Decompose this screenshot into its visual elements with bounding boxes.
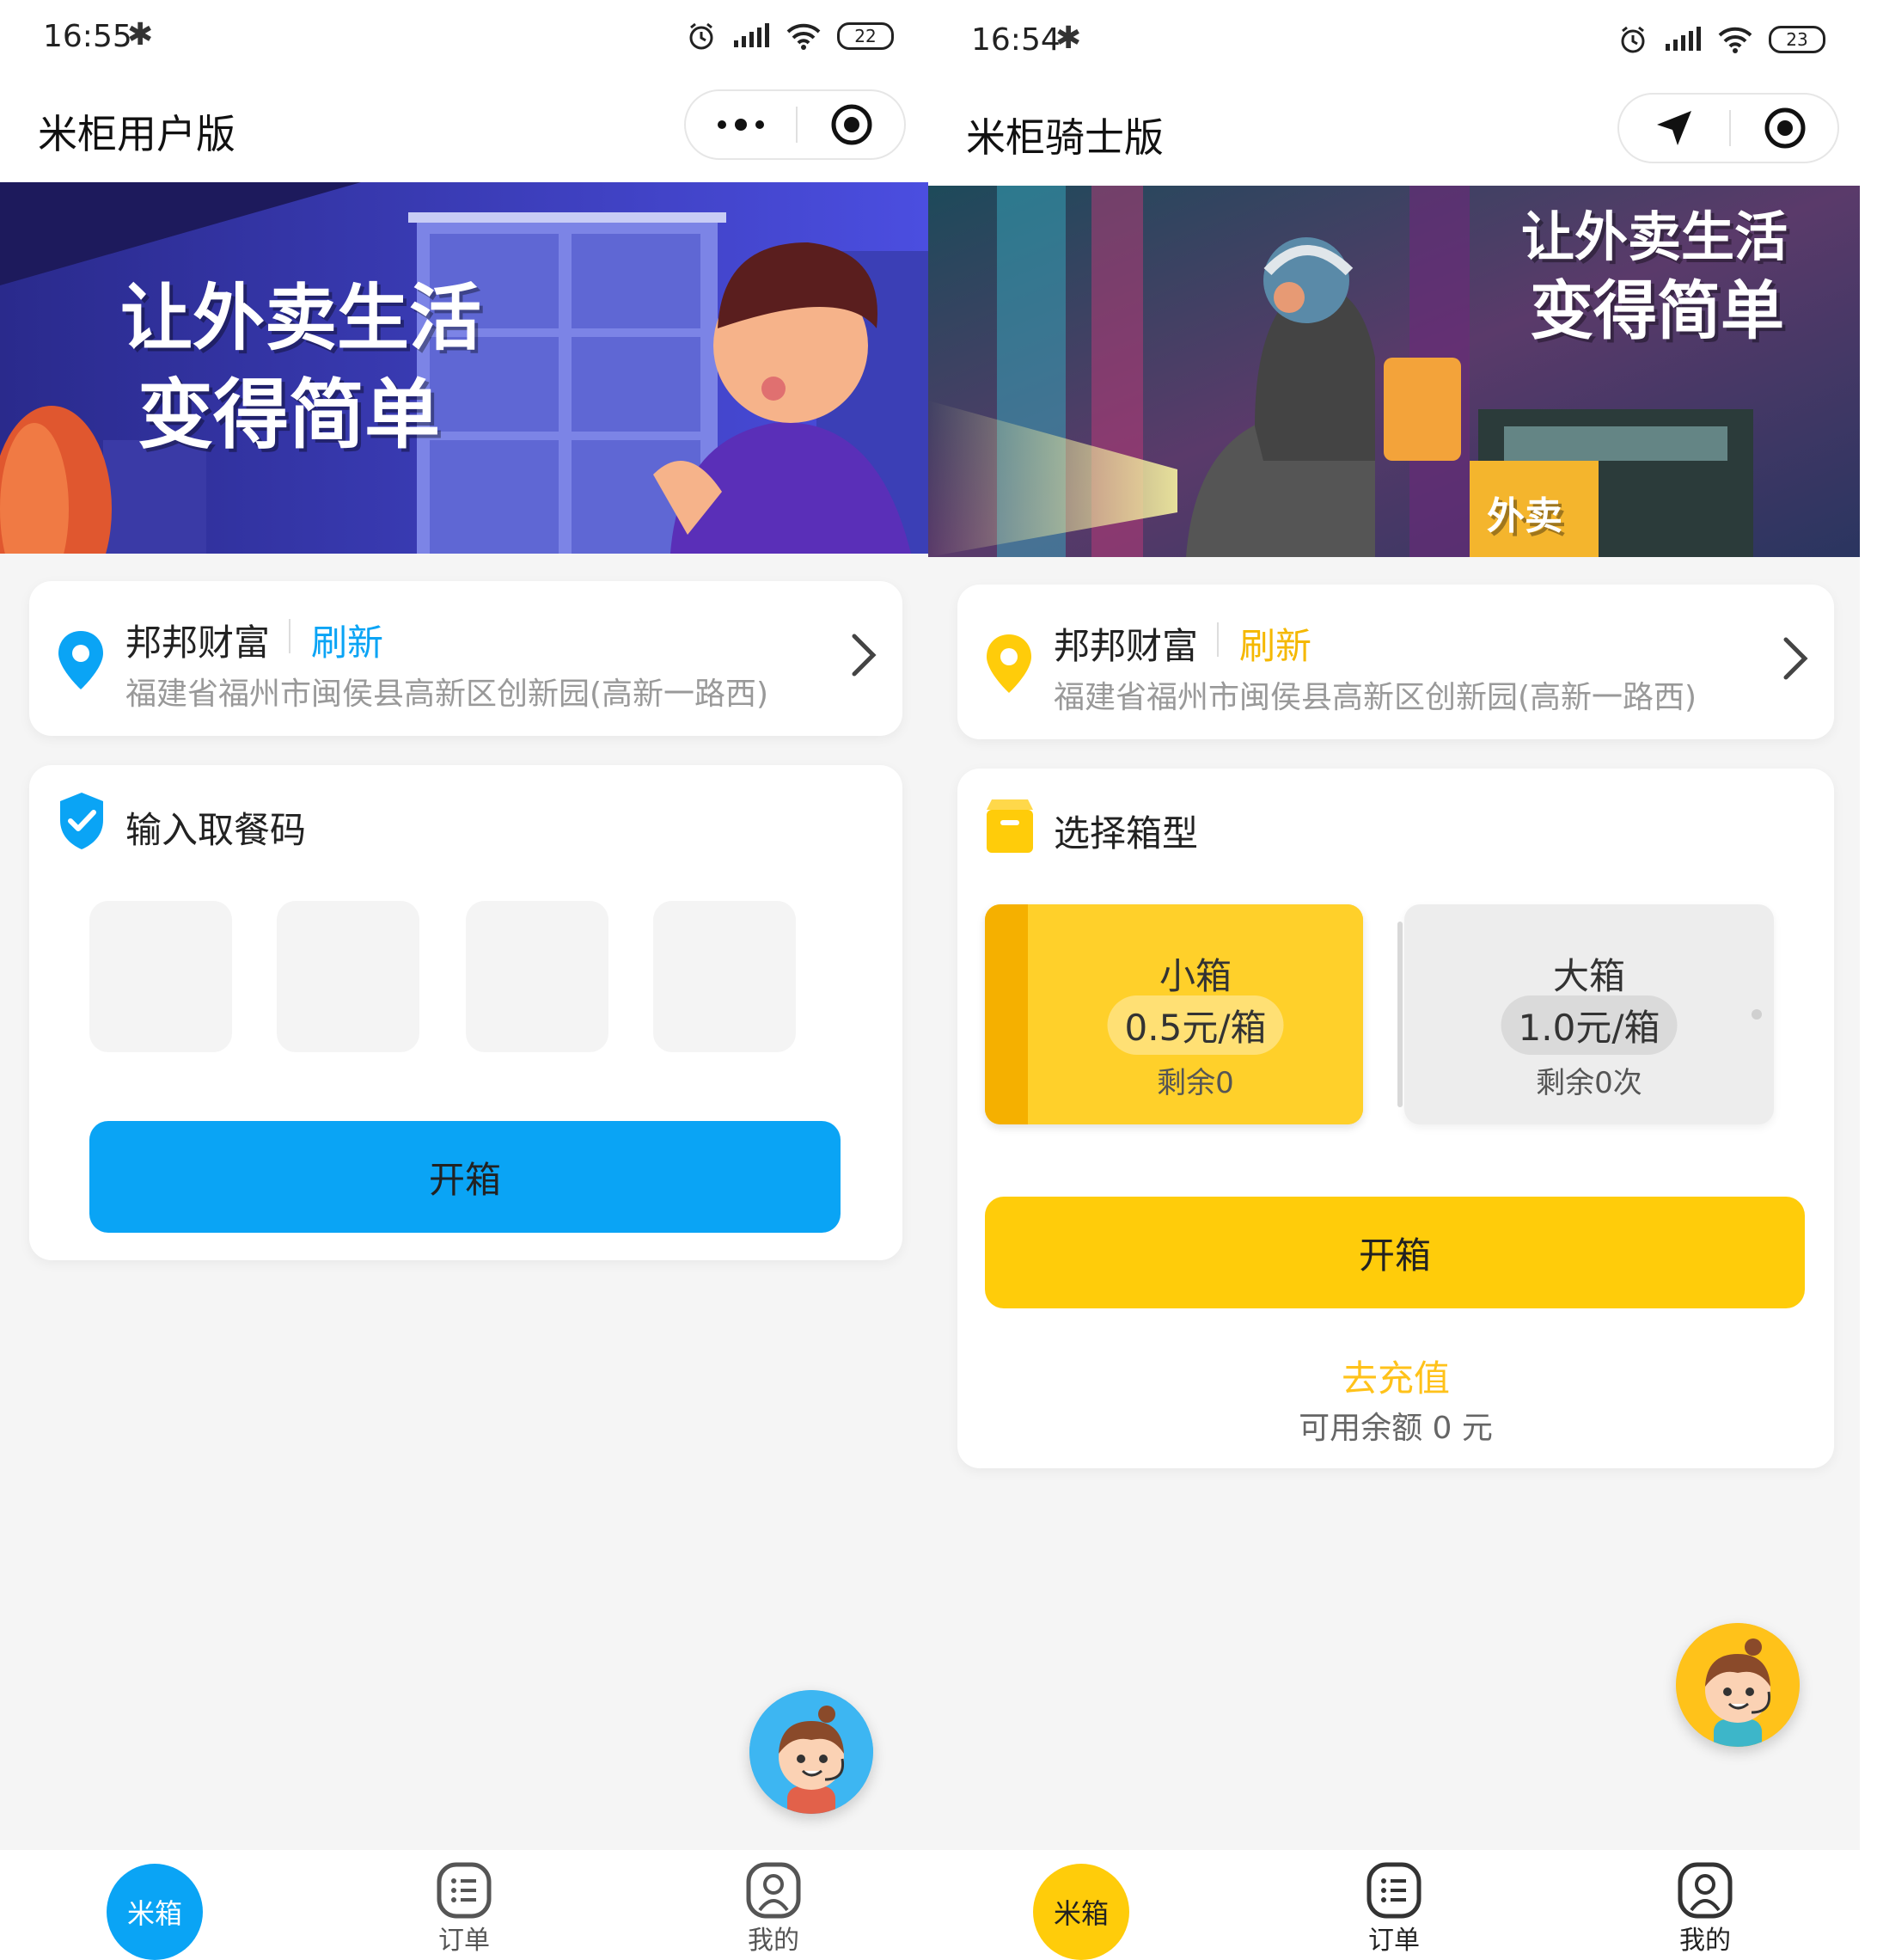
box-icon [987,799,1033,853]
box-price: 1.0元/箱 [1501,995,1678,1055]
tab-mine-label: 我的 [1679,1926,1731,1956]
tab-orders-label: 订单 [438,1926,490,1956]
box-option-large[interactable]: 大箱 1.0元/箱 剩余0次 [1397,904,1774,1124]
alarm-icon [689,22,713,50]
banner-headline-1: 让外卖生活 [1521,205,1788,268]
support-agent-icon [1676,1623,1800,1747]
banner-headline-2: 变得简单 [1530,274,1784,348]
code-digit-input-4[interactable] [653,901,796,1052]
box-price: 0.5元/箱 [1107,995,1284,1055]
code-digit-input-1[interactable] [89,901,232,1052]
tab-mibox-label: 米箱 [1033,1864,1129,1960]
signal-icon [1666,27,1701,51]
pickup-code-card: 输入取餐码 开箱 [29,765,902,1260]
box-type-card: 选择箱型 小箱 0.5元/箱 剩余0 大箱 1.0元/箱 剩余0次 开箱 去充值… [957,769,1834,1468]
order-list-icon [437,1862,492,1919]
bluetooth-icon: ✱ [127,17,154,52]
tab-mibox[interactable]: 米箱 [995,1850,1167,1960]
tab-mibox[interactable]: 米箱 [69,1850,241,1960]
promo-banner[interactable]: 让外卖生活 变得简单 [0,182,928,554]
tab-mine[interactable]: 我的 [1619,1850,1791,1960]
profile-icon [746,1862,801,1919]
refresh-link[interactable]: 刷新 [311,614,383,666]
nav-bar: 米柜用户版 [0,79,928,182]
open-box-button[interactable]: 开箱 [89,1121,841,1233]
shield-check-icon [60,793,103,849]
tab-bar: 米箱 订单 我的 [928,1850,1860,1960]
rider-app-screen: 16:54 ✱ 23 米柜骑士版 让外卖生活 变得简单 外卖 邦邦财富 刷新 福… [928,0,1860,1960]
banner-illustration [0,182,928,554]
tab-orders[interactable]: 订单 [378,1850,550,1960]
profile-icon [1678,1862,1733,1919]
location-pin-icon [58,631,103,689]
order-list-icon [1366,1862,1422,1919]
store-address: 福建省福州市闽侯县高新区创新园(高新一路西) [125,677,769,712]
store-address: 福建省福州市闽侯县高新区创新园(高新一路西) [1054,680,1697,715]
tab-orders[interactable]: 订单 [1308,1850,1480,1960]
section-title: 输入取餐码 [125,809,307,851]
mini-program-capsule [684,89,906,160]
location-button[interactable] [1619,95,1729,162]
code-digit-input-2[interactable] [277,901,419,1052]
tab-mine[interactable]: 我的 [688,1850,859,1960]
box-remaining: 剩余0次 [1536,1066,1642,1100]
refresh-link[interactable]: 刷新 [1239,617,1311,670]
signal-icon [734,23,769,47]
box-remaining: 剩余0 [1157,1066,1234,1100]
tab-mine-label: 我的 [748,1926,799,1956]
status-bar: 16:55 ✱ 22 [0,0,928,79]
target-icon [1764,107,1806,149]
banner-headline-1: 让外卖生活 [120,276,482,360]
tab-bar: 米箱 订单 我的 [0,1850,928,1960]
alarm-icon [1621,26,1645,53]
more-button[interactable] [686,91,796,158]
status-time: 16:55 [43,19,132,54]
code-digit-input-3[interactable] [466,901,608,1052]
banner-headline-2: 变得简单 [138,371,441,459]
wifi-icon [786,23,821,50]
box-name: 小箱 [1159,955,1232,997]
banner-box-label: 外卖 [1487,494,1562,538]
more-dots-icon [718,119,764,131]
chevron-right-icon [1783,637,1808,680]
box-name: 大箱 [1552,955,1625,997]
page-title: 米柜骑士版 [966,114,1164,161]
target-icon [831,104,872,145]
close-program-button[interactable] [1731,95,1839,162]
mini-program-capsule [1617,93,1839,163]
status-time: 16:54 [971,22,1061,58]
store-name: 邦邦财富 [125,622,271,664]
close-program-button[interactable] [798,91,906,158]
wifi-icon [1718,27,1752,53]
navigation-arrow-icon [1657,111,1691,145]
location-card[interactable]: 邦邦财富 刷新 福建省福州市闽侯县高新区创新园(高新一路西) [957,585,1834,739]
recharge-link[interactable]: 去充值 [957,1350,1834,1402]
chevron-right-icon [852,634,877,677]
tab-mibox-label: 米箱 [107,1864,203,1960]
open-box-button[interactable]: 开箱 [985,1197,1805,1308]
box-option-small[interactable]: 小箱 0.5元/箱 剩余0 [985,904,1363,1124]
battery-indicator: 22 [837,22,894,50]
customer-service-button[interactable] [1676,1623,1800,1747]
nav-bar: 米柜骑士版 [928,83,1860,186]
location-pin-icon [987,634,1031,693]
support-agent-icon [749,1690,873,1814]
location-card[interactable]: 邦邦财富 刷新 福建省福州市闽侯县高新区创新园(高新一路西) [29,581,902,736]
tab-orders-label: 订单 [1368,1926,1420,1956]
store-name: 邦邦财富 [1054,625,1199,667]
promo-banner[interactable]: 让外卖生活 变得简单 外卖 [928,186,1860,557]
battery-indicator: 23 [1769,26,1825,53]
status-bar: 16:54 ✱ 23 [928,0,1860,83]
user-app-screen: 16:55 ✱ 22 米柜用户版 让外卖生活 变得简单 邦邦财富 刷新 福建省福… [0,0,928,1960]
balance-text: 可用余额 0 元 [1299,1411,1493,1446]
page-title: 米柜用户版 [38,111,235,157]
bluetooth-icon: ✱ [1055,21,1082,56]
section-title: 选择箱型 [1054,812,1199,854]
customer-service-button[interactable] [749,1690,873,1814]
